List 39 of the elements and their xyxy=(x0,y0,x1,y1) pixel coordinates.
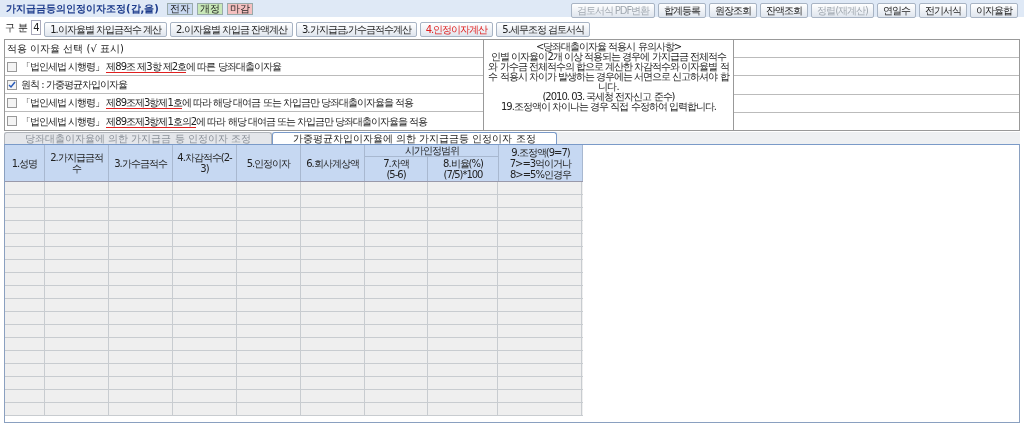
column-header: 7.차액 (5-6) xyxy=(383,158,409,180)
column-header: 8.비율(%) (7/5)*100 xyxy=(443,158,483,180)
division-label: 구 분 xyxy=(5,21,29,35)
column-header: 5.인정이자 xyxy=(246,157,291,169)
toolbar-button[interactable]: 이자율합 xyxy=(970,3,1018,18)
status-badge: 전자 xyxy=(166,2,193,15)
status-badge: 마감 xyxy=(226,2,253,15)
toolbar-button[interactable]: 2.이자율별 차입금 잔액계산 xyxy=(170,22,293,37)
toolbar-button[interactable]: 5.세무조정 검토서식 xyxy=(496,22,590,37)
column-header: 9.조정액(9=7) 7>=3억이거나 8>=5%인경우 xyxy=(509,146,572,180)
toolbar-button[interactable]: 4.인정이자계산 xyxy=(419,22,494,37)
toolbar-button[interactable]: 합계등록 xyxy=(658,3,707,18)
option-label: 「법인세법 시행령」 제89조제3항제1호의2에 따라 해당 대여금 또는 차입금만 당좌대출이자율을 적용 xyxy=(21,114,428,129)
toolbar-button[interactable]: 1.이자율별 차입금적수 계산 xyxy=(44,22,168,37)
division-field[interactable]: 4 xyxy=(31,20,42,35)
column-group-header: 시가인정범위 xyxy=(404,145,459,156)
toolbar-button[interactable]: 전기서식 xyxy=(919,3,967,18)
column-header: 6.회사계상액 xyxy=(306,157,359,169)
check-icon xyxy=(8,80,16,89)
note-text: <당좌대출이자율 적용시 유의사항> 인별 이자율이2개 이상 적용되는 경우에 가지급금 전체적수와 가수금 전체적수의 합으로 계산한 차감적수와 이자율별 적수 적용시 차이가 발생하는 경우에는 서면으로 신고하셔야 합니다. (2010. 03. 국세청 전자신고 준수) 19.조정액이 차이나는 경우 직접 수정하여 입력합니다. xyxy=(487,42,730,112)
checkbox[interactable] xyxy=(7,97,17,108)
toolbar-button[interactable]: 원장조회 xyxy=(709,3,758,18)
toolbar-button[interactable]: 연일수 xyxy=(877,3,916,18)
toolbar-button[interactable]: 잔액조회 xyxy=(760,3,809,18)
status-badge: 개정 xyxy=(196,2,223,15)
checkbox[interactable] xyxy=(7,79,17,90)
option-label: 「법인세법 시행령」 제89조제3항제1호에 따라 해당 대여금 또는 차입금만 당좌대출이자율을 적용 xyxy=(21,96,414,110)
checkbox[interactable] xyxy=(7,61,17,72)
window-title: 가지급금등의인정이자조정(갑,을) xyxy=(6,3,159,14)
column-header: 1.성명 xyxy=(11,157,38,169)
column-header: 3.가수금적수 xyxy=(114,157,167,169)
checkbox[interactable] xyxy=(7,116,17,126)
column-header: 2.가지급금적수 xyxy=(49,152,104,174)
column-header: 4.차감적수(2-3) xyxy=(176,152,233,174)
section-heading: 적용 이자율 선택 (√ 표시) xyxy=(7,42,124,56)
tab[interactable]: 가중평균차입이자율에 의한 가지급금등 인정이자 조정 xyxy=(271,132,557,144)
option-label: 원칙 : 가중평균차입이자율 xyxy=(21,78,127,92)
toolbar-button[interactable]: 3.가지급금,가수금적수계산 xyxy=(296,22,417,37)
option-label: 「법인세법 시행령」 제89조 제3항 제2호에 따른 당좌대출이자율 xyxy=(21,60,281,74)
